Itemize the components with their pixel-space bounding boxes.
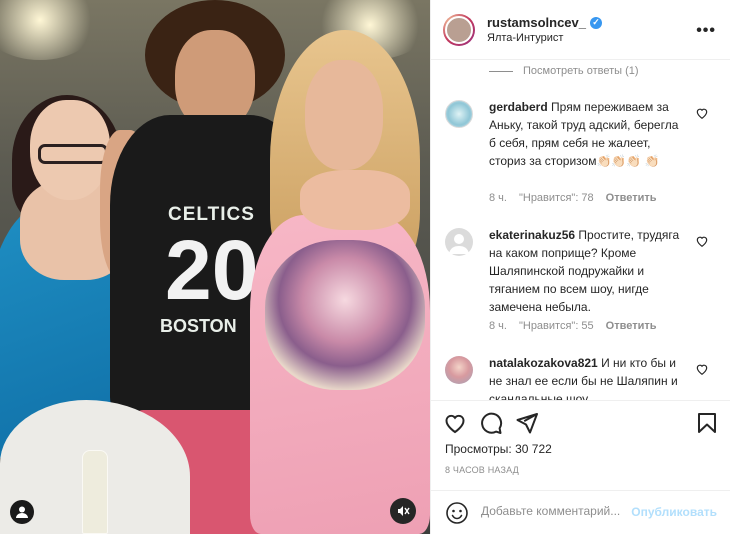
- photo-bouquet: [265, 240, 425, 390]
- reply-button[interactable]: Ответить: [606, 320, 657, 332]
- author-avatar[interactable]: [443, 13, 475, 46]
- emoji-icon[interactable]: [445, 501, 469, 525]
- comment-composer: Опубликовать: [431, 490, 730, 534]
- comment-body: natalakozakova821 И ни кто бы и не знал …: [489, 354, 685, 400]
- photo-person-right-head: [305, 60, 383, 170]
- commenter-avatar[interactable]: [445, 100, 473, 128]
- post-header: rustamsolncev_ ✓ Ялта-Интурист •••: [431, 0, 730, 60]
- tagged-user-icon[interactable]: [10, 500, 34, 524]
- commenter-username[interactable]: ekaterinakuz56: [489, 228, 575, 242]
- comment-meta: 8 ч. "Нравится": 78 Ответить: [489, 192, 657, 204]
- reply-button[interactable]: Ответить: [606, 192, 657, 204]
- photo-person-left-glasses: [38, 144, 108, 164]
- commenter-username[interactable]: gerdaberd: [489, 100, 548, 114]
- publish-button[interactable]: Опубликовать: [631, 505, 717, 519]
- more-options-icon[interactable]: •••: [696, 22, 716, 40]
- action-bar: [431, 400, 730, 442]
- view-replies-button[interactable]: Посмотреть ответы (1): [489, 65, 639, 77]
- default-avatar-icon: [449, 234, 469, 254]
- bookmark-icon[interactable]: [695, 411, 719, 435]
- comment-age[interactable]: 8 ч.: [489, 192, 507, 204]
- comments-list[interactable]: Посмотреть ответы (1) gerdaberd Прям пер…: [431, 60, 730, 400]
- user-icon: [16, 506, 28, 518]
- heart-icon[interactable]: [695, 362, 709, 376]
- view-replies-label: Посмотреть ответы (1): [523, 65, 639, 77]
- comment-body: gerdaberd Прям переживаем за Аньку, тако…: [489, 98, 685, 170]
- comment-input[interactable]: [481, 504, 631, 518]
- share-icon[interactable]: [515, 411, 539, 435]
- comment-likes[interactable]: "Нравится": 55: [519, 320, 594, 332]
- jersey-number-text: 20: [165, 223, 259, 317]
- author-username[interactable]: rustamsolncev_: [487, 15, 586, 30]
- speaker-muted-icon: [398, 506, 410, 516]
- heart-icon[interactable]: [695, 234, 709, 248]
- comment-body: ekaterinakuz56 Простите, трудяга на како…: [489, 226, 685, 316]
- heart-icon[interactable]: [443, 411, 467, 435]
- heart-icon[interactable]: [695, 106, 709, 120]
- commenter-username[interactable]: natalakozakova821: [489, 356, 598, 370]
- photo-person-right-skin: [300, 170, 410, 230]
- verified-badge-icon: ✓: [590, 16, 602, 29]
- mute-icon[interactable]: [390, 498, 416, 524]
- photo-glass: [82, 450, 108, 534]
- reply-line: [489, 70, 513, 72]
- commenter-avatar[interactable]: [445, 356, 473, 384]
- commenter-avatar[interactable]: [445, 228, 473, 256]
- views-value: 30 722: [515, 442, 552, 456]
- views-count[interactable]: Просмотры: 30 722: [445, 442, 552, 456]
- jersey-city-text: BOSTON: [160, 316, 237, 336]
- comment-icon[interactable]: [479, 411, 503, 435]
- comment-meta: 8 ч. "Нравится": 55 Ответить: [489, 320, 657, 332]
- comment-likes[interactable]: "Нравится": 78: [519, 192, 594, 204]
- post-media[interactable]: CELTICS 20 BOSTON: [0, 0, 430, 534]
- comment-age[interactable]: 8 ч.: [489, 320, 507, 332]
- post-side-panel: rustamsolncev_ ✓ Ялта-Интурист ••• Посмо…: [430, 0, 730, 534]
- post-location[interactable]: Ялта-Интурист: [487, 32, 602, 44]
- post-timestamp[interactable]: 8 часов назад: [445, 465, 519, 475]
- views-label: Просмотры:: [445, 442, 512, 456]
